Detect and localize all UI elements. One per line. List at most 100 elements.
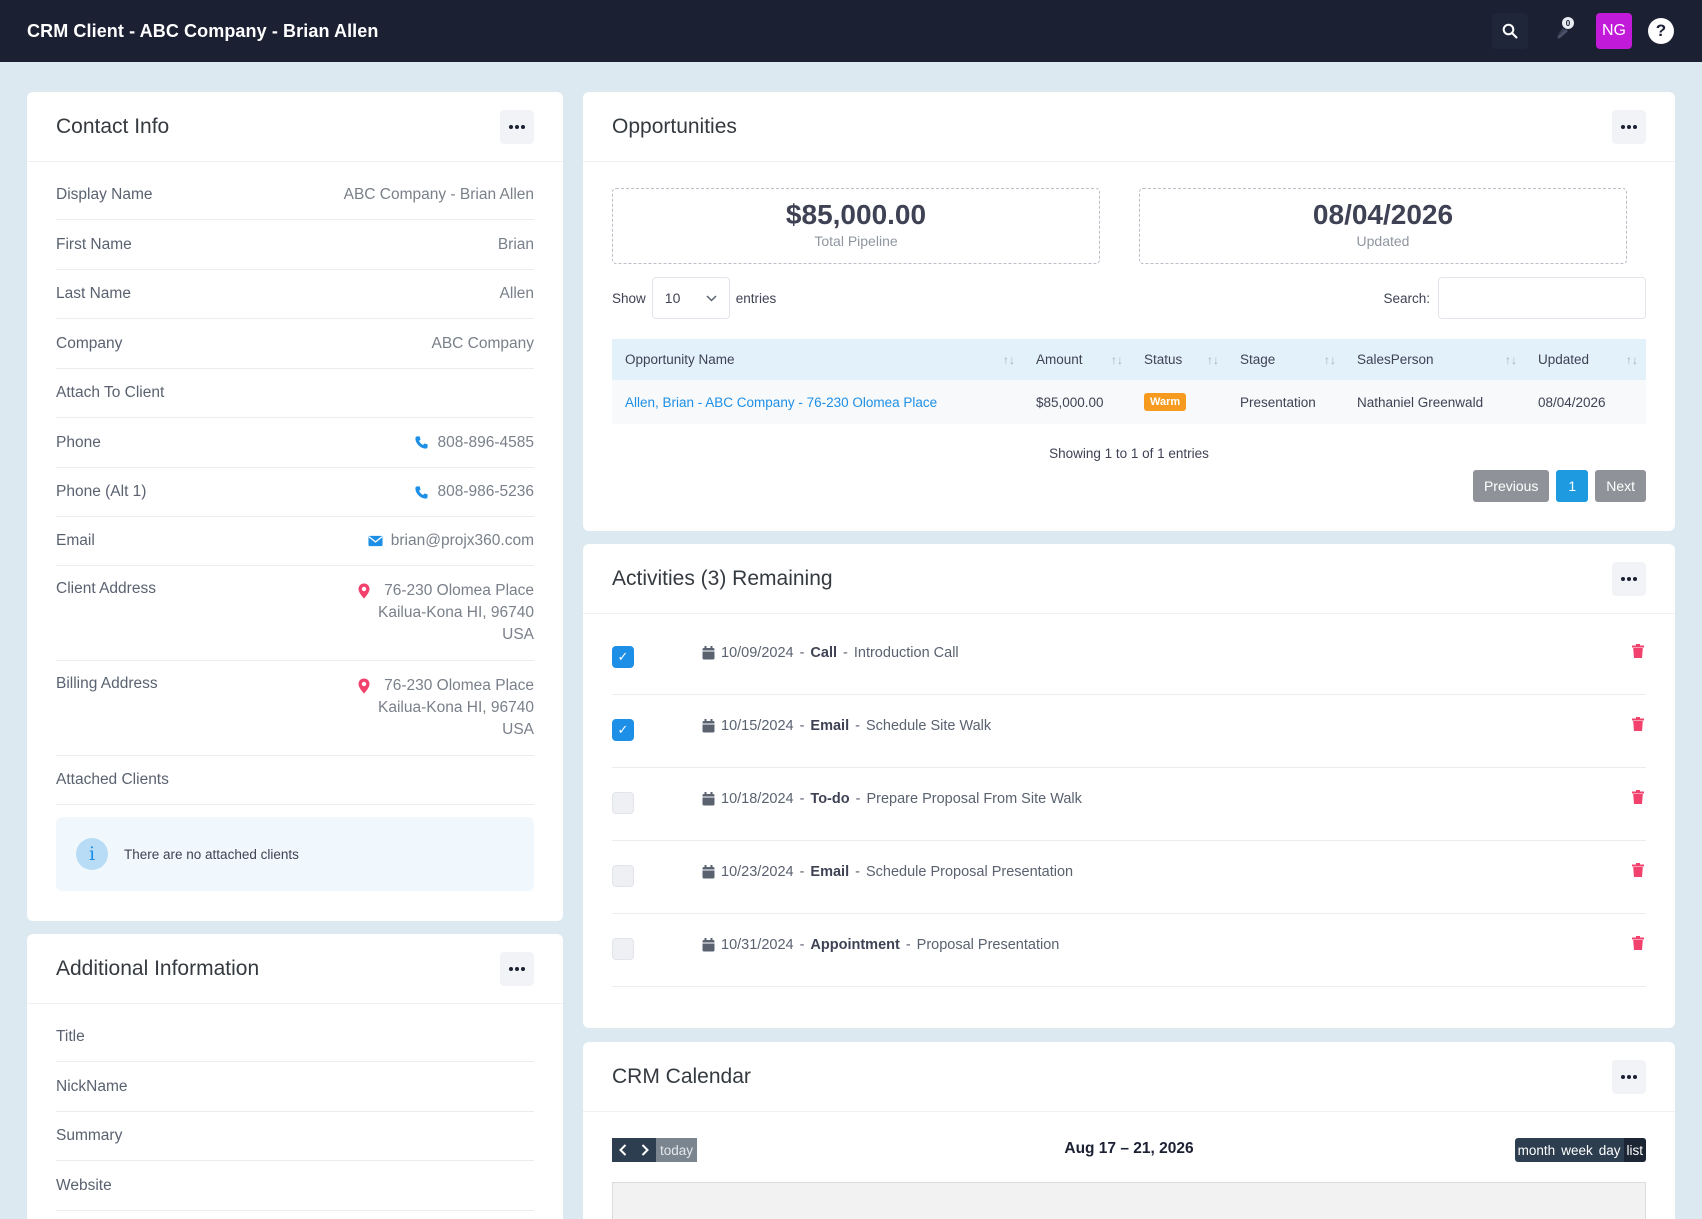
trash-icon[interactable]	[1632, 863, 1644, 877]
field-phone: Phone 808-896-4585	[56, 418, 534, 468]
field-last-name: Last Name Allen	[56, 270, 534, 319]
contact-info-list: Display Name ABC Company - Brian Allen F…	[27, 162, 563, 805]
client-address-value[interactable]: 76-230 Olomea Place Kailua-Kona HI, 9674…	[358, 580, 534, 646]
sort-icon: ↑↓	[1324, 353, 1336, 367]
activity-checkbox[interactable]	[612, 792, 634, 814]
field-label: Website	[56, 1176, 112, 1194]
activity-text: 10/09/2024 - Call - Introduction Call	[702, 645, 959, 661]
search-icon	[1502, 23, 1518, 39]
activity-description: Schedule Proposal Presentation	[865, 864, 1074, 880]
opportunity-name-link[interactable]: Allen, Brian - ABC Company - 76-230 Olom…	[612, 380, 1023, 424]
field-label: Title	[56, 1028, 85, 1045]
top-bar: CRM Client - ABC Company - Brian Allen 0…	[0, 0, 1702, 62]
top-bar-actions: 0 NG ?	[1492, 0, 1674, 62]
search-button[interactable]	[1492, 13, 1528, 49]
trash-icon[interactable]	[1632, 936, 1644, 950]
table-search-control: Search:	[1383, 277, 1646, 319]
trash-icon[interactable]	[1632, 717, 1644, 731]
status-badge: Warm	[1144, 393, 1187, 411]
calendar-header: CRM Calendar	[583, 1042, 1675, 1112]
additional-info-header: Additional Information	[27, 934, 563, 1004]
view-week-button[interactable]: week	[1558, 1138, 1596, 1162]
activity-text: 10/18/2024 - To-do - Prepare Proposal Fr…	[702, 791, 1082, 807]
field-attach-to-client: Attach To Client	[56, 369, 534, 418]
phone-icon	[415, 436, 429, 449]
opportunities-more-button[interactable]	[1612, 109, 1646, 144]
next-page-button[interactable]: Next	[1595, 470, 1646, 502]
field-nickname: NickName	[56, 1062, 534, 1112]
col-updated[interactable]: Updated ↑↓	[1525, 339, 1646, 380]
activity-item: 10/18/2024 - To-do - Prepare Proposal Fr…	[612, 768, 1646, 841]
contact-info-card: Contact Info Display Name ABC Company - …	[27, 92, 563, 921]
entries-label: entries	[735, 290, 777, 306]
address-lines: 76-230 Olomea Place Kailua-Kona HI, 9674…	[378, 580, 534, 646]
total-pipeline-stat: $85,000.00 Total Pipeline	[612, 188, 1100, 264]
opportunities-card: Opportunities $85,000.00 Total Pipeline …	[583, 92, 1675, 531]
activity-description: Schedule Site Walk	[865, 718, 992, 734]
envelope-icon	[368, 535, 383, 547]
field-summary: Summary	[56, 1112, 534, 1161]
table-row[interactable]: Allen, Brian - ABC Company - 76-230 Olom…	[612, 380, 1646, 424]
more-icon	[509, 966, 525, 971]
show-label: Show	[612, 290, 646, 306]
address-line-2: Kailua-Kona HI, 96740	[378, 604, 534, 621]
calendar-view-switcher: month week day list	[1514, 1138, 1646, 1162]
notifications-button[interactable]: 0	[1544, 13, 1580, 49]
opportunities-header: Opportunities	[583, 92, 1675, 162]
calendar-icon	[702, 719, 715, 733]
field-attached-clients: Attached Clients	[56, 756, 534, 805]
trash-icon[interactable]	[1632, 644, 1644, 658]
col-salesperson[interactable]: SalesPerson ↑↓	[1344, 339, 1525, 380]
view-list-button[interactable]: list	[1623, 1138, 1646, 1162]
activity-type: Email	[810, 718, 850, 734]
view-month-button[interactable]: month	[1515, 1138, 1559, 1162]
view-day-button[interactable]: day	[1596, 1138, 1624, 1162]
field-billing-address: Billing Address 76-230 Olomea Place Kail…	[56, 661, 534, 756]
phone-link[interactable]: 808-896-4585	[414, 434, 534, 452]
field-value: ABC Company	[431, 334, 534, 352]
additional-info-more-button[interactable]	[500, 951, 534, 986]
field-client-address: Client Address 76-230 Olomea Place Kailu…	[56, 566, 534, 661]
activity-checkbox[interactable]: ✓	[612, 719, 634, 741]
activities-title: Activities (3) Remaining	[612, 566, 833, 590]
trash-icon[interactable]	[1632, 790, 1644, 804]
col-opportunity-name[interactable]: Opportunity Name ↑↓	[612, 339, 1023, 380]
chevron-down-icon	[706, 294, 717, 302]
phone-number: 808-896-4585	[437, 433, 534, 451]
contact-info-more-button[interactable]	[500, 109, 534, 144]
activity-date: 10/31/2024	[721, 937, 794, 953]
activity-checkbox[interactable]: ✓	[612, 646, 634, 668]
more-icon	[1621, 124, 1637, 129]
opportunity-salesperson: Nathaniel Greenwald	[1344, 380, 1525, 424]
entries-select[interactable]: 10	[651, 277, 730, 319]
email-link[interactable]: brian@projx360.com	[368, 532, 534, 550]
address-lines: 76-230 Olomea Place Kailua-Kona HI, 9674…	[378, 675, 534, 741]
sort-icon: ↑↓	[1626, 353, 1638, 367]
col-status[interactable]: Status ↑↓	[1131, 339, 1227, 380]
col-stage[interactable]: Stage ↑↓	[1227, 339, 1344, 380]
col-amount[interactable]: Amount ↑↓	[1023, 339, 1131, 380]
field-value: Brian	[497, 235, 534, 253]
calendar-more-button[interactable]	[1612, 1059, 1646, 1094]
activities-more-button[interactable]	[1612, 561, 1646, 596]
help-button[interactable]: ?	[1648, 18, 1674, 44]
phone-alt-link[interactable]: 808-986-5236	[414, 483, 534, 501]
billing-address-value[interactable]: 76-230 Olomea Place Kailua-Kona HI, 9674…	[358, 675, 534, 741]
activity-separator: -	[799, 937, 805, 953]
info-icon: i	[76, 838, 108, 870]
previous-page-button[interactable]: Previous	[1472, 470, 1550, 502]
activity-item: ✓ 10/15/2024 - Email - Schedule Site Wal…	[612, 695, 1646, 768]
activity-date: 10/15/2024	[721, 718, 794, 734]
user-avatar[interactable]: NG	[1596, 13, 1632, 49]
activity-checkbox[interactable]	[612, 865, 634, 887]
field-label: Attach To Client	[56, 384, 165, 401]
activity-checkbox[interactable]	[612, 938, 634, 960]
activity-date: 10/23/2024	[721, 864, 794, 880]
phone-icon	[415, 485, 429, 499]
more-icon	[1621, 576, 1637, 581]
field-label: Phone	[56, 433, 101, 451]
page-1-button[interactable]: 1	[1556, 470, 1589, 502]
field-label: Last Name	[56, 285, 131, 302]
contact-info-title: Contact Info	[56, 114, 170, 138]
table-search-input[interactable]	[1438, 277, 1646, 319]
